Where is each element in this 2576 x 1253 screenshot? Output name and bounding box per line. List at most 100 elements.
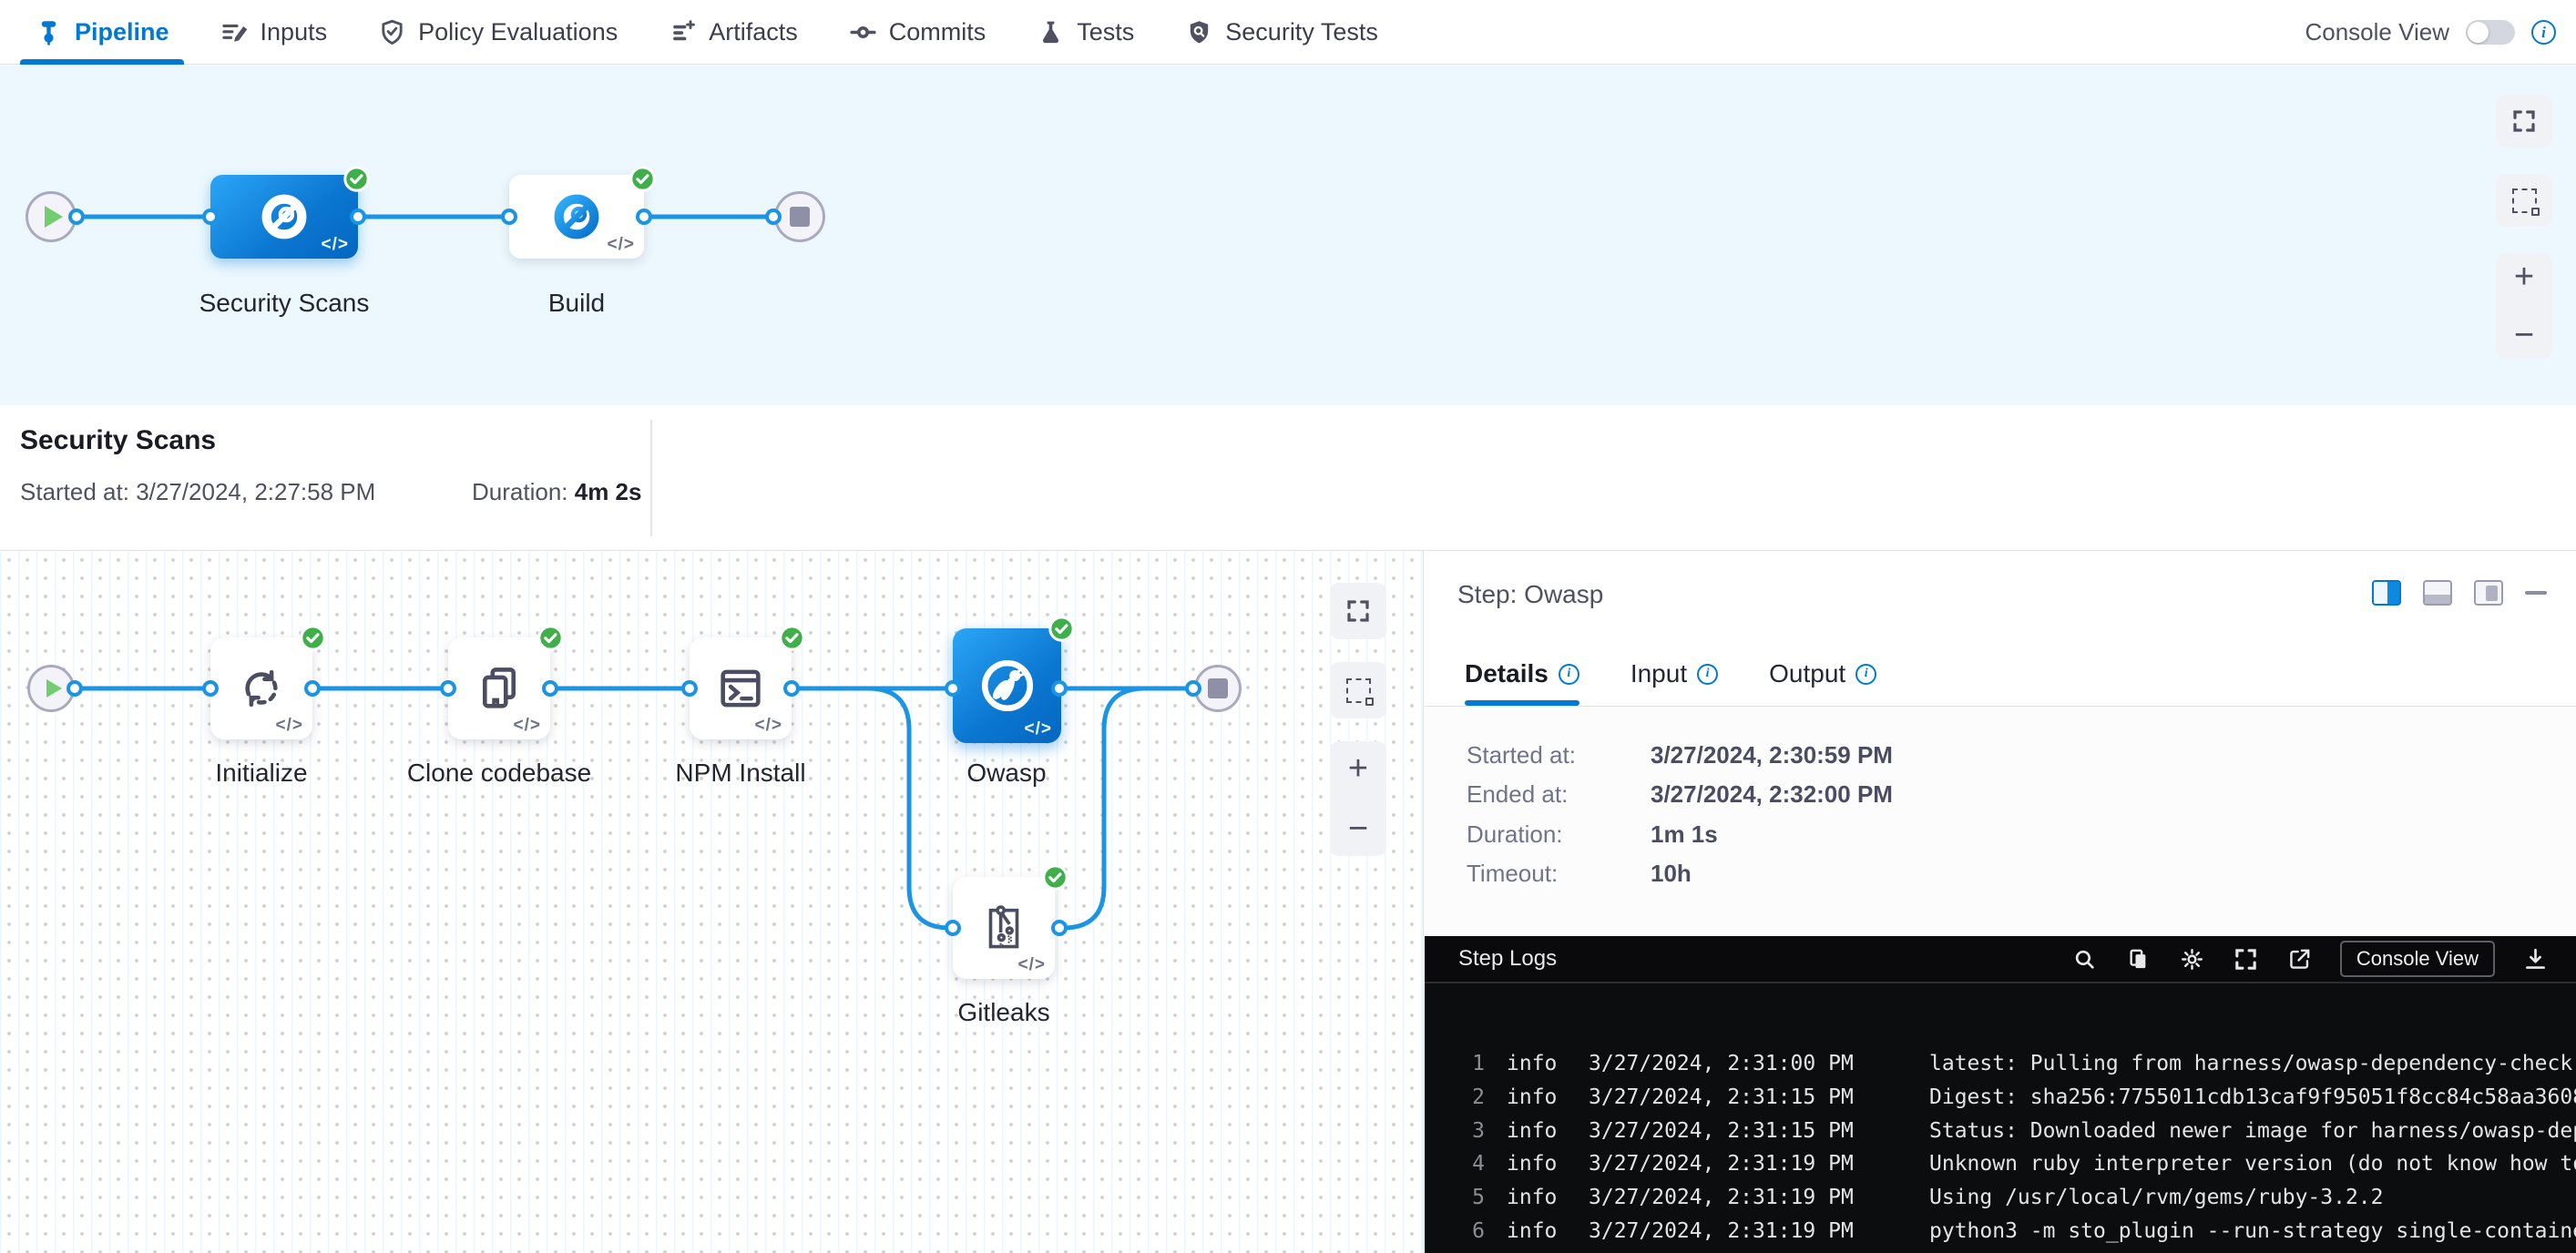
tab-commits-label: Commits [889, 18, 986, 46]
download-icon[interactable] [2522, 946, 2549, 973]
info-icon[interactable]: i [1697, 664, 1718, 685]
code-icon[interactable]: </> [322, 235, 349, 255]
zoom-out-button[interactable]: − [2514, 318, 2534, 352]
success-check-icon [1048, 616, 1075, 642]
layout-bottom-panel-button[interactable] [2423, 580, 2452, 606]
canvas-marquee-button[interactable] [2496, 174, 2552, 227]
active-tab-underline [20, 59, 184, 65]
marquee-select-icon [1346, 678, 1371, 703]
canvas-fullscreen-button[interactable] [2496, 95, 2552, 148]
clone-codebase-icon [473, 662, 526, 715]
step-node-npm-install[interactable]: </> [690, 637, 792, 739]
console-view-button[interactable]: Console View [2340, 941, 2495, 977]
stage-label[interactable]: Security Scans [166, 289, 403, 318]
stage-graph-canvas[interactable]: </> Security Scans </> Build + − [0, 66, 2576, 405]
canvas-marquee-button[interactable] [1330, 662, 1386, 718]
info-icon[interactable]: i [1559, 664, 1579, 685]
gitleaks-icon [977, 902, 1030, 954]
marquee-select-icon [2512, 188, 2537, 213]
step-label[interactable]: Initialize [143, 759, 380, 788]
ci-stage-icon [258, 190, 311, 243]
stage-started-at: Started at: 3/27/2024, 2:27:58 PM [20, 478, 375, 506]
stage-label[interactable]: Build [458, 289, 695, 318]
info-icon[interactable]: i [1855, 664, 1876, 685]
tab-output-label: Output [1769, 659, 1845, 688]
open-in-new-icon[interactable] [2286, 946, 2313, 973]
stage-end-node[interactable] [774, 191, 825, 242]
fullscreen-icon [2510, 107, 2538, 135]
code-icon[interactable]: </> [1025, 719, 1052, 739]
tab-artifacts-label: Artifacts [709, 18, 798, 46]
ci-stage-icon [550, 190, 603, 243]
tab-pipeline[interactable]: Pipeline [20, 0, 184, 65]
zoom-out-button[interactable]: − [1348, 811, 1368, 846]
code-icon[interactable]: </> [755, 716, 782, 736]
step-logs-panel: Step Logs Console View [1425, 936, 2576, 1253]
code-icon[interactable]: </> [608, 235, 635, 255]
log-line: 6info3/27/2024, 2:31:19 PMpython3 -m sto… [1457, 1215, 2576, 1248]
step-node-gitleaks[interactable]: </> [953, 877, 1055, 979]
info-icon[interactable]: i [2531, 20, 2556, 45]
edge-port [440, 680, 456, 697]
code-icon[interactable]: </> [276, 716, 303, 736]
fullscreen-icon [1344, 597, 1372, 625]
step-label[interactable]: Owasp [888, 759, 1125, 788]
step-label[interactable]: Clone codebase [381, 759, 618, 788]
search-icon[interactable] [2071, 946, 2098, 973]
step-logs-title: Step Logs [1458, 946, 1557, 972]
step-node-owasp[interactable]: </> [953, 628, 1061, 743]
step-node-clone-codebase[interactable]: </> [448, 637, 550, 739]
canvas-fullscreen-button[interactable] [1330, 583, 1386, 639]
stage-summary-title: Security Scans [20, 425, 216, 456]
success-check-icon [629, 166, 656, 192]
step-panel-title: Step: Owasp [1457, 580, 1603, 609]
tab-inputs-label: Inputs [261, 18, 328, 46]
code-icon[interactable]: </> [514, 716, 541, 736]
tab-details-label: Details [1465, 659, 1549, 688]
top-nav: Pipeline Inputs Policy Evaluations Artif… [0, 0, 2576, 65]
copy-icon[interactable] [2125, 946, 2152, 973]
minimize-panel-button[interactable] [2525, 591, 2547, 595]
console-view-label: Console View [2305, 18, 2449, 46]
zoom-in-button[interactable]: + [2514, 260, 2534, 294]
tab-inputs[interactable]: Inputs [206, 0, 342, 65]
settings-gear-icon[interactable] [2179, 946, 2205, 973]
zoom-in-button[interactable]: + [1348, 751, 1368, 786]
tab-input[interactable]: Input i [1630, 642, 1718, 706]
canvas-zoom-control: + − [2496, 253, 2552, 359]
edge-port [202, 209, 219, 225]
initialize-sync-icon [235, 662, 288, 715]
stage-node-security-scans[interactable]: </> [210, 175, 358, 259]
stop-icon [790, 207, 810, 227]
step-graph-canvas[interactable]: </> Initialize </> Clone codebase </> NP… [0, 551, 1424, 1253]
layout-right-panel-button[interactable] [2372, 580, 2401, 606]
step-label[interactable]: NPM Install [622, 759, 859, 788]
tab-tests[interactable]: Tests [1022, 0, 1149, 65]
tab-details[interactable]: Details i [1465, 642, 1579, 706]
log-output[interactable]: 1info3/27/2024, 2:31:00 PMlatest: Pullin… [1425, 985, 2576, 1253]
commits-icon [849, 18, 877, 46]
tab-tests-label: Tests [1077, 18, 1134, 46]
tab-commits[interactable]: Commits [834, 0, 1001, 65]
tab-policy-evaluations[interactable]: Policy Evaluations [363, 0, 632, 65]
detail-value: 3/27/2024, 2:32:00 PM [1651, 780, 1893, 810]
stage-node-build[interactable]: </> [509, 175, 644, 259]
layout-floating-panel-button[interactable] [2474, 580, 2503, 606]
fullscreen-icon[interactable] [2233, 946, 2259, 973]
edge-port [350, 209, 366, 225]
step-node-initialize[interactable]: </> [210, 637, 312, 739]
step-logs-toolbar: Step Logs Console View [1425, 936, 2576, 983]
tab-artifacts[interactable]: Artifacts [654, 0, 813, 65]
tab-security-tests[interactable]: Security Tests [1170, 0, 1393, 65]
edge-port [1185, 680, 1201, 697]
tab-output[interactable]: Output i [1769, 642, 1876, 706]
terminal-icon [714, 662, 767, 715]
step-label[interactable]: Gitleaks [885, 998, 1122, 1027]
code-icon[interactable]: </> [1018, 955, 1046, 975]
console-view-toggle[interactable] [2466, 20, 2515, 45]
edge-port [501, 209, 517, 225]
detail-row: Timeout: 10h [1467, 860, 1692, 889]
log-line: 1info3/27/2024, 2:31:00 PMlatest: Pullin… [1457, 1047, 2576, 1081]
edge-port [304, 680, 321, 697]
edge-port [945, 920, 961, 936]
